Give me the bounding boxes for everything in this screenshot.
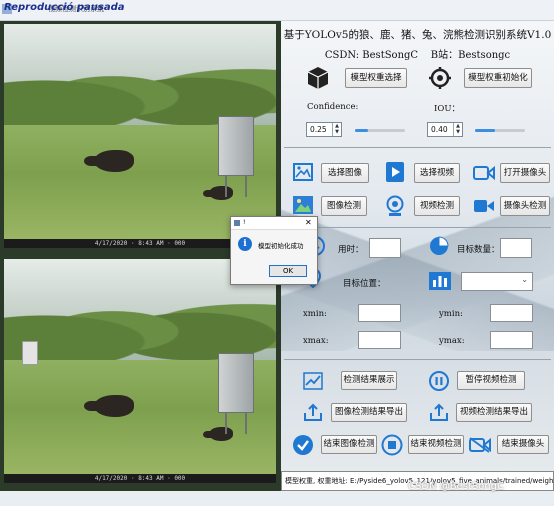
count-value-field [500, 238, 532, 258]
open-camera-button[interactable]: 打开摄像头 [500, 163, 550, 183]
position-select[interactable]: ⌄ [461, 272, 533, 291]
model-init-button[interactable]: 模型权重初始化 [464, 68, 532, 88]
divider [284, 227, 551, 228]
xmin-field [358, 304, 401, 322]
title-bar: 视频检测识别系统 Reproducció pausada [0, 0, 554, 21]
stop-circle-icon [381, 434, 403, 456]
boar-figure-small [203, 427, 233, 441]
image-detect-icon [293, 196, 313, 214]
count-label: 目标数量： [457, 245, 500, 255]
confidence-spinbox[interactable]: 0.25 ▲ ▼ [306, 122, 342, 137]
chevron-down-icon: ⌄ [521, 275, 528, 284]
ymax-label: ymax: [439, 336, 465, 346]
confidence-value: 0.25 [310, 125, 327, 134]
ok-button[interactable]: OK [269, 265, 307, 277]
bilibili-label: B站：Bestsongc [430, 50, 511, 61]
iou-label: IOU： [434, 104, 460, 114]
confidence-slider[interactable] [355, 129, 405, 132]
gear-icon [429, 67, 451, 89]
select-image-button[interactable]: 选择图像 [321, 163, 369, 183]
dialog-app-icon [234, 220, 240, 226]
pause-icon [429, 371, 449, 391]
export-icon [304, 403, 322, 421]
select-video-button[interactable]: 选择视频 [414, 163, 460, 183]
message-dialog: ! ✕ i 模型初始化成功 OK [230, 216, 318, 285]
control-panel: 基于YOLOv5的狼、鹿、猪、兔、浣熊检测识别系统V1.0 CSDN: Best… [281, 21, 554, 491]
image-icon [293, 163, 313, 181]
export-icon [430, 403, 448, 421]
divider [284, 359, 551, 360]
iou-spinbox[interactable]: 0.40 ▲ ▼ [427, 122, 463, 137]
frame-timestamp: 4/17/2020 · 8:43 AM · 000 [4, 474, 276, 483]
boar-figure [84, 395, 134, 417]
boar-figure [84, 150, 134, 172]
detected-frame: 4/17/2020 · 8:43 AM · 000 [4, 259, 276, 483]
video-camera-icon [474, 200, 494, 212]
info-icon: i [238, 237, 252, 251]
xmin-label: xmin: [303, 309, 327, 319]
cube-icon [307, 67, 329, 89]
camera-off-icon [469, 437, 491, 453]
export-video-results-button[interactable]: 视频检测结果导出 [456, 403, 532, 422]
export-image-results-button[interactable]: 图像检测结果导出 [331, 403, 407, 422]
dialog-title: ! [243, 219, 246, 226]
dialog-title-bar: ! ✕ [231, 217, 317, 230]
iou-slider-fill [475, 129, 495, 132]
model-select-button[interactable]: 模型权重选择 [345, 68, 407, 88]
line-chart-icon [303, 372, 323, 390]
iou-value: 0.40 [431, 125, 448, 134]
confidence-label: Confidence: [307, 102, 359, 112]
webcam-icon [386, 195, 404, 216]
signpost-figure [22, 341, 38, 365]
bar-chart-icon [429, 272, 451, 290]
stop-camera-button[interactable]: 结束摄像头 [497, 435, 549, 454]
stop-image-button[interactable]: 结束图像检测 [321, 435, 377, 454]
detect-video-button[interactable]: 视频检测 [414, 196, 460, 216]
csdn-label: CSDN: BestSongC [324, 50, 419, 61]
spin-arrows-icon[interactable]: ▲ ▼ [453, 123, 462, 136]
xmax-label: xmax: [303, 336, 329, 346]
app-title: 基于YOLOv5的狼、鹿、猪、兔、浣熊检测识别系统V1.0 [283, 29, 552, 41]
time-value-field [369, 238, 401, 258]
check-circle-icon [293, 435, 313, 455]
show-results-button[interactable]: 检测结果展示 [341, 371, 397, 390]
camera-icon [473, 165, 495, 181]
feeder-figure [218, 116, 254, 197]
xmax-field [358, 331, 401, 349]
position-label: 目标位置： [343, 279, 386, 289]
dialog-body: i 模型初始化成功 OK [231, 230, 317, 284]
confidence-slider-fill [355, 129, 368, 132]
stop-video-button[interactable]: 结束视频检测 [408, 435, 464, 454]
pie-chart-icon [430, 236, 449, 255]
ymin-field [490, 304, 533, 322]
time-label: 用时： [338, 245, 364, 255]
watermark-text: CSDN @BestSongC [408, 481, 504, 492]
pause-video-button[interactable]: 暂停视频检测 [457, 371, 525, 390]
detect-image-button[interactable]: 图像检测 [321, 196, 367, 216]
boar-figure-small [203, 186, 233, 200]
ymin-label: ymin: [439, 309, 463, 319]
ymax-field [490, 331, 533, 349]
divider [284, 147, 551, 148]
video-file-icon [386, 162, 404, 182]
original-frame: 4/17/2020 · 8:43 AM · 000 [4, 24, 276, 248]
author-line: CSDN: BestSongC B站：Bestsongc [281, 46, 554, 61]
close-icon[interactable]: ✕ [305, 217, 312, 229]
spin-arrows-icon[interactable]: ▲ ▼ [332, 123, 341, 136]
playback-overlay-text: Reproducció pausada [4, 2, 125, 13]
iou-slider[interactable] [475, 129, 525, 132]
dialog-message: 模型初始化成功 [258, 242, 304, 250]
detect-camera-button[interactable]: 摄像头检测 [500, 196, 550, 216]
feeder-figure [218, 353, 254, 434]
